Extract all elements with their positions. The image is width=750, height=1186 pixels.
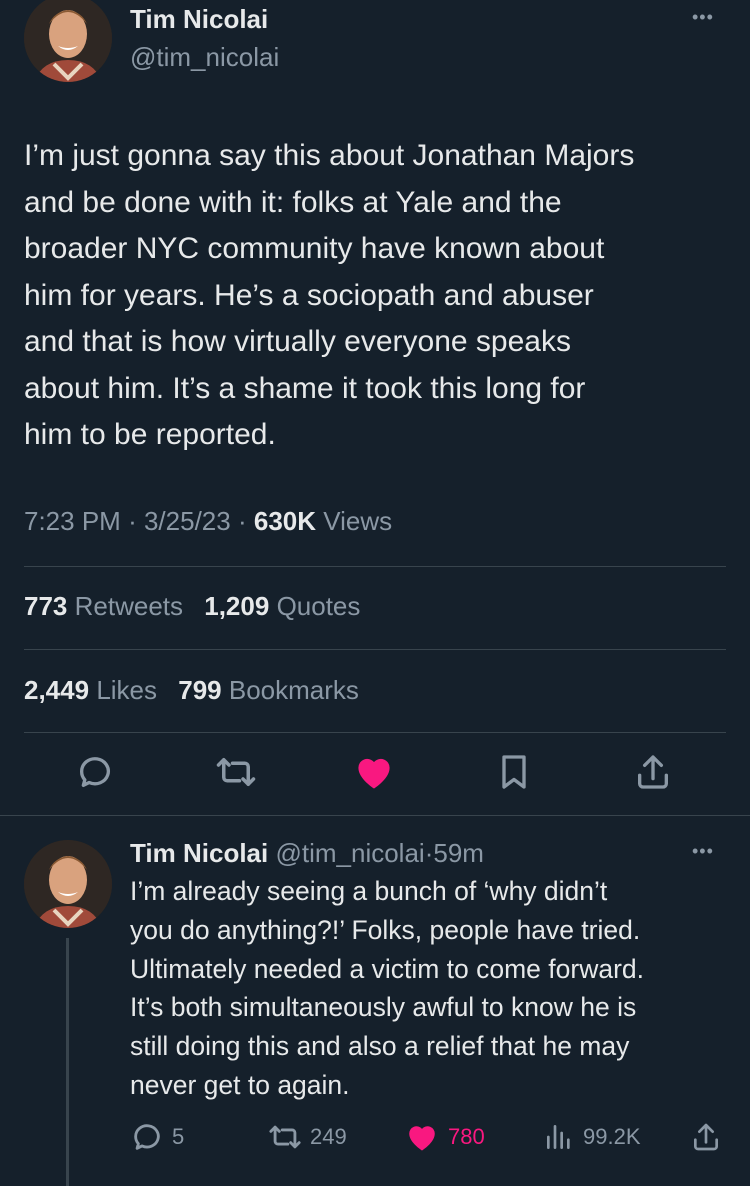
- heart-filled-icon: [358, 758, 390, 789]
- author-handle[interactable]: @tim_nicolai: [130, 42, 279, 73]
- share-icon: [694, 1123, 718, 1151]
- reply-like-button[interactable]: 780: [404, 1120, 485, 1154]
- like-bookmark-stats: 2,449 Likes 799 Bookmarks: [24, 675, 373, 706]
- quotes-label: Quotes: [276, 591, 361, 621]
- reply-author-name[interactable]: Tim Nicolai: [130, 838, 268, 868]
- reply-header: Tim Nicolai @tim_nicolai·59m: [130, 838, 484, 869]
- more-options-icon[interactable]: •••: [692, 8, 714, 26]
- divider: [0, 815, 750, 816]
- reply-author-avatar[interactable]: [24, 840, 112, 928]
- thread-line: [66, 938, 69, 1186]
- bookmark-icon: [502, 755, 526, 789]
- views-count: 630K: [253, 506, 317, 536]
- reply-share-button[interactable]: [690, 1120, 730, 1154]
- tweet-date[interactable]: 3/25/23: [144, 506, 231, 536]
- like-button[interactable]: [352, 750, 396, 794]
- bookmarks-count: 799: [178, 675, 222, 705]
- tweet-text: I’m just gonna say this about Jonathan M…: [24, 139, 635, 451]
- bookmark-button[interactable]: [492, 750, 536, 794]
- reply-text: I’m already seeing a bunch of ‘why didn’…: [130, 876, 645, 1100]
- likes-count: 2,449: [24, 675, 90, 705]
- quotes-stat[interactable]: 1,209 Quotes: [204, 591, 360, 621]
- likes-stat[interactable]: 2,449 Likes: [24, 675, 164, 705]
- heart-filled-icon: [409, 1126, 435, 1151]
- divider: [24, 732, 726, 733]
- share-icon: [638, 755, 668, 789]
- reply-icon: [80, 757, 110, 787]
- reply-views-button[interactable]: 99.2K: [543, 1120, 641, 1154]
- tweet-time[interactable]: 7:23 PM: [24, 506, 121, 536]
- retweets-count: 773: [24, 591, 68, 621]
- analytics-icon: [547, 1125, 570, 1149]
- reply-more-options-icon[interactable]: •••: [692, 842, 714, 860]
- retweet-quote-stats: 773 Retweets 1,209 Quotes: [24, 591, 374, 622]
- share-button[interactable]: [631, 750, 675, 794]
- tweet-meta: 7:23 PM · 3/25/23 · 630K Views: [24, 506, 392, 537]
- retweet-icon: [269, 1125, 301, 1149]
- divider: [24, 649, 726, 650]
- retweet-count: 249: [310, 1124, 347, 1149]
- reply-icon: [134, 1124, 160, 1150]
- divider: [24, 566, 726, 567]
- reply-count: 5: [172, 1124, 185, 1149]
- author-avatar[interactable]: [24, 0, 112, 82]
- reply-button[interactable]: [73, 750, 117, 794]
- meta-separator: ·: [128, 506, 137, 536]
- reply-time-ago[interactable]: 59m: [433, 838, 484, 868]
- reply-reply-button[interactable]: 5: [130, 1120, 184, 1154]
- quotes-count: 1,209: [204, 591, 270, 621]
- meta-separator: ·: [237, 506, 247, 536]
- retweet-button[interactable]: [214, 750, 258, 794]
- retweet-icon: [216, 758, 256, 786]
- likes-label: Likes: [96, 675, 158, 705]
- like-count: 780: [448, 1124, 485, 1149]
- bookmarks-label: Bookmarks: [228, 675, 359, 705]
- author-name[interactable]: Tim Nicolai: [130, 4, 268, 35]
- views-label: Views: [323, 506, 393, 536]
- reply-author-handle[interactable]: @tim_nicolai: [275, 838, 424, 868]
- views-count: 99.2K: [583, 1124, 641, 1149]
- retweets-stat[interactable]: 773 Retweets: [24, 591, 190, 621]
- bookmarks-stat[interactable]: 799 Bookmarks: [178, 675, 359, 705]
- retweets-label: Retweets: [74, 591, 184, 621]
- reply-retweet-button[interactable]: 249: [268, 1120, 347, 1154]
